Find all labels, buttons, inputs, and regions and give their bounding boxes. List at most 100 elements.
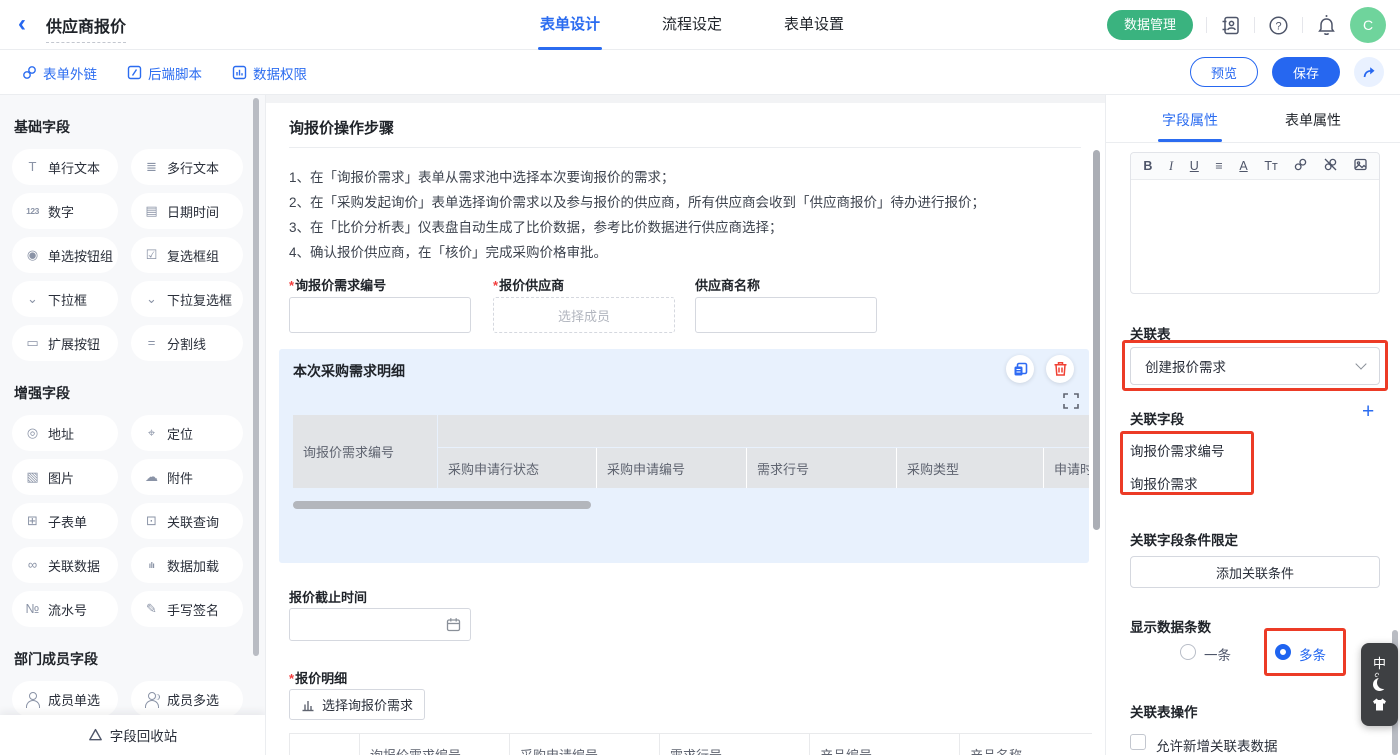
remove-link-icon[interactable] [1324,158,1337,174]
tab-flow-setting[interactable]: 流程设定 [662,0,722,50]
sidebar-scrollbar[interactable] [253,98,259,656]
field-pill-member-single[interactable]: 成员单选 [12,681,118,717]
field-pill-select[interactable]: ⌄下拉框 [12,281,118,317]
input-supplier-name[interactable] [695,297,877,333]
field-pill-radio-group[interactable]: ◉单选按钮组 [12,237,118,273]
field-pill-multi-select[interactable]: ⌄下拉复选框 [131,281,243,317]
field-pill-location[interactable]: ⌖定位 [131,415,243,451]
field-pill-multi-line-text[interactable]: ≣多行文本 [131,149,243,185]
input-quote-deadline[interactable] [289,608,471,641]
underline-icon[interactable]: U [1190,159,1199,173]
field-pill-member-multi[interactable]: 成员多选 [131,681,243,717]
notification-bell-icon[interactable] [1316,14,1337,36]
field-pill-serial-number[interactable]: №流水号 [12,591,118,627]
form-canvas: 询报价操作步骤 1、在「询报价需求」表单从需求池中选择本次要询报价的需求； 2、… [266,95,1105,755]
divider [1254,17,1255,33]
add-condition-button[interactable]: 添加关联条件 [1130,556,1380,588]
field-pill-number[interactable]: 123数字 [12,193,118,229]
insert-image-icon[interactable] [1354,158,1367,174]
relation-query-icon: ⊡ [143,514,160,528]
field-pill-address[interactable]: ◎地址 [12,415,118,451]
table-horizontal-scrollbar[interactable] [293,501,591,509]
font-size-icon[interactable]: Tт [1264,159,1277,173]
relation-field-item[interactable]: 询报价需求 [1130,473,1198,493]
allow-add-relation-label[interactable]: 允许新增关联表数据 [1156,735,1278,755]
tab-form-setting[interactable]: 表单设置 [784,0,844,50]
align-icon[interactable]: ≡ [1215,159,1222,173]
bold-icon[interactable]: B [1143,159,1152,173]
canvas-scrollbar[interactable] [1093,150,1100,530]
field-pill-relation-data[interactable]: ∞关联数据 [12,547,118,583]
language-toggle-icon[interactable]: 中c [1373,653,1386,672]
relation-table-select[interactable]: 创建报价需求 [1130,347,1380,385]
theme-shirt-icon[interactable] [1372,698,1387,716]
steps-text[interactable]: 1、在「询报价需求」表单从需求池中选择本次要询报价的需求； 2、在「采购发起询价… [289,165,1081,265]
input-quote-supplier[interactable]: 选择成员 [493,297,675,333]
group-column-header: 询报价需求编号 [293,415,437,488]
field-pill-signature[interactable]: ✎手写签名 [131,591,243,627]
field-pill-extend-button[interactable]: ▭扩展按钮 [12,325,118,361]
copy-widget-button[interactable] [1006,355,1034,383]
steps-heading[interactable]: 询报价操作步骤 [289,117,394,138]
user-avatar[interactable]: C [1350,7,1386,43]
insert-link-icon[interactable] [1294,158,1307,174]
form-title[interactable]: 供应商报价 [46,13,126,43]
image-icon: ▧ [24,470,41,484]
delete-widget-button[interactable] [1046,355,1074,383]
backend-script-action[interactable]: 后端脚本 [127,63,202,83]
tab-field-properties[interactable]: 字段属性 [1162,110,1218,130]
input-inquiry-no[interactable] [289,297,471,333]
relation-fields-label: 关联字段 [1130,408,1184,428]
data-permission-action[interactable]: 数据权限 [232,63,307,83]
quote-detail-table: 询报价需求编号 采购申请编号 需求行号 产品编号 产品名称 [289,733,1092,755]
field-pill-attachment[interactable]: ☁附件 [131,459,243,495]
select-inquiry-demand-button[interactable]: 选择询报价需求 [289,689,425,720]
single-line-text-icon: T [24,160,41,174]
back-icon[interactable]: ‹ [18,10,26,38]
field-pill-subform[interactable]: ⊞子表单 [12,503,118,539]
radio-multiple-label[interactable]: 多条 [1299,644,1326,664]
field-pill-checkbox-group[interactable]: ☑复选框组 [131,237,243,273]
data-manage-button[interactable]: 数据管理 [1107,10,1193,40]
save-button[interactable]: 保存 [1272,57,1340,87]
extend-button-icon: ▭ [24,336,41,350]
divider [1206,17,1207,33]
preview-button[interactable]: 预览 [1190,57,1258,87]
tab-form-properties[interactable]: 表单属性 [1285,110,1341,130]
field-pill-divider[interactable]: =分割线 [131,325,243,361]
cloud-upload-icon: ☁ [143,470,160,484]
link-icon [22,65,37,80]
dark-mode-moon-icon[interactable] [1373,678,1386,691]
section-title-enhanced: 增强字段 [14,383,265,403]
add-relation-field-button[interactable]: + [1362,403,1374,421]
data-load-chart-icon: ılı [143,558,160,572]
field-pill-relation-query[interactable]: ⊡关联查询 [131,503,243,539]
font-color-icon[interactable]: A [1239,159,1247,173]
field-recycle-bin[interactable]: 字段回收站 [0,715,265,755]
italic-icon[interactable]: I [1169,159,1173,173]
relation-field-item[interactable]: 询报价需求编号 [1130,440,1225,460]
tab-form-design[interactable]: 表单设计 [540,0,600,50]
canvas-top-strip [266,95,1105,103]
field-pill-datetime[interactable]: ▤日期时间 [131,193,243,229]
permission-chart-icon [232,65,247,80]
help-icon[interactable]: ? [1268,15,1289,36]
assistant-float-widget: 中c [1361,643,1398,726]
script-icon [127,65,142,80]
radio-single-label[interactable]: 一条 [1204,644,1231,664]
column-header: 采购申请编号 [596,448,746,488]
external-link-action[interactable]: 表单外链 [22,63,97,83]
purchase-detail-section[interactable]: 本次采购需求明细 询报价需求编号 采购申请行状态 采购申请编号 需求行号 采购类… [279,349,1089,563]
divider [1302,17,1303,33]
description-richtext-editor[interactable]: B I U ≡ A Tт [1130,152,1380,294]
allow-add-relation-checkbox[interactable] [1130,734,1146,750]
share-button[interactable] [1354,57,1384,87]
radio-multiple[interactable] [1275,644,1291,660]
expand-fullscreen-icon[interactable] [1063,393,1079,409]
field-pill-data-load[interactable]: ılı数据加载 [131,547,243,583]
contacts-book-icon[interactable] [1220,15,1241,36]
field-pill-single-line-text[interactable]: T单行文本 [12,149,118,185]
section-title-basic: 基础字段 [14,117,265,137]
field-pill-image[interactable]: ▧图片 [12,459,118,495]
radio-single[interactable] [1180,644,1196,660]
